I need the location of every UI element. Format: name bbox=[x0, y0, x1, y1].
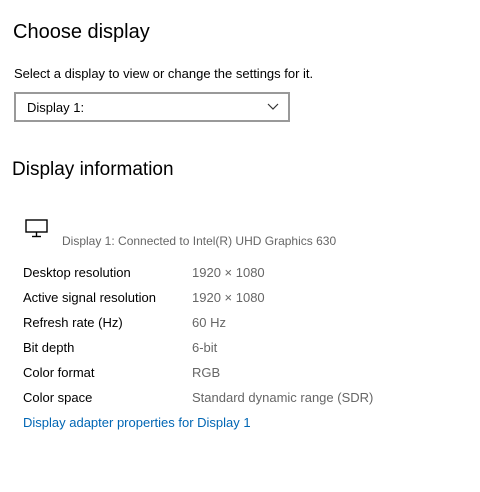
info-value: 60 Hz bbox=[192, 315, 226, 330]
display-select-value: Display 1: bbox=[27, 100, 85, 115]
info-label: Color format bbox=[23, 365, 95, 380]
info-row-desktop-resolution: Desktop resolution 1920 × 1080 bbox=[23, 265, 463, 285]
info-label: Color space bbox=[23, 390, 93, 405]
choose-display-title: Choose display bbox=[13, 21, 150, 43]
info-row-color-format: Color format RGB bbox=[23, 365, 463, 385]
display-select-dropdown[interactable]: Display 1: bbox=[14, 92, 290, 122]
info-row-bit-depth: Bit depth 6-bit bbox=[23, 340, 463, 360]
info-row-refresh-rate: Refresh rate (Hz) 60 Hz bbox=[23, 315, 463, 335]
choose-display-description: Select a display to view or change the s… bbox=[14, 66, 314, 81]
info-value: 6-bit bbox=[192, 340, 218, 355]
info-value: Standard dynamic range (SDR) bbox=[192, 390, 374, 405]
info-label: Bit depth bbox=[23, 340, 75, 355]
info-value: 1920 × 1080 bbox=[192, 265, 265, 280]
display-information-title: Display information bbox=[12, 159, 174, 180]
info-label: Desktop resolution bbox=[23, 265, 131, 280]
info-row-color-space: Color space Standard dynamic range (SDR) bbox=[23, 390, 463, 410]
display-adapter-properties-link[interactable]: Display adapter properties for Display 1 bbox=[23, 415, 251, 430]
info-label: Active signal resolution bbox=[23, 290, 156, 305]
chevron-down-icon bbox=[267, 103, 279, 110]
monitor-icon bbox=[25, 219, 48, 238]
info-value: 1920 × 1080 bbox=[192, 290, 265, 305]
info-value: RGB bbox=[192, 365, 221, 380]
info-label: Refresh rate (Hz) bbox=[23, 315, 123, 330]
connected-adapter-text: Display 1: Connected to Intel(R) UHD Gra… bbox=[62, 234, 337, 248]
info-row-active-signal-resolution: Active signal resolution 1920 × 1080 bbox=[23, 290, 463, 310]
